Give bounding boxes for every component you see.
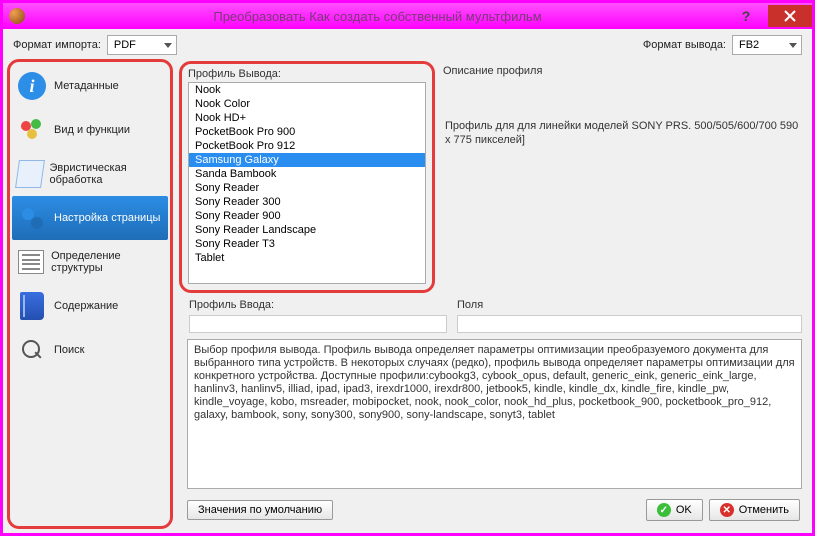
- cancel-button-label: Отменить: [739, 504, 789, 516]
- main-content: Профиль Вывода: NookNook ColorNook HD+Po…: [175, 59, 808, 529]
- import-format-value: PDF: [114, 39, 136, 51]
- import-format-select[interactable]: PDF: [107, 35, 177, 55]
- close-icon: [784, 10, 796, 22]
- output-format-label: Формат вывода:: [643, 39, 726, 51]
- profile-description-section: Описание профиля Профиль для для линейки…: [441, 61, 806, 293]
- window-title: Преобразовать Как создать собственный му…: [31, 9, 724, 24]
- profile-option[interactable]: Samsung Galaxy: [189, 153, 425, 167]
- profile-option[interactable]: Sony Reader 900: [189, 209, 425, 223]
- profile-option[interactable]: Tablet: [189, 251, 425, 265]
- sidebar-item-label: Содержание: [54, 300, 118, 312]
- sidebar-item-label: Вид и функции: [54, 124, 130, 136]
- titlebar: Преобразовать Как создать собственный му…: [3, 3, 812, 29]
- sidebar: i Метаданные Вид и функции Эвристическая об…: [7, 59, 173, 529]
- sidebar-item-label: Эвристическая обработка: [50, 162, 165, 186]
- ok-button[interactable]: ✓ OK: [646, 499, 703, 521]
- defaults-button[interactable]: Значения по умолчанию: [187, 500, 333, 520]
- output-profile-listbox[interactable]: NookNook ColorNook HD+PocketBook Pro 900…: [188, 82, 426, 284]
- sidebar-item-5[interactable]: Содержание: [12, 284, 168, 328]
- palette-icon: [16, 114, 48, 146]
- defaults-button-label: Значения по умолчанию: [198, 504, 322, 516]
- button-row: Значения по умолчанию ✓ OK ✕ Отменить: [179, 495, 806, 527]
- book-icon: [16, 290, 48, 322]
- profile-option[interactable]: Sony Reader Landscape: [189, 223, 425, 237]
- output-format-select[interactable]: FB2: [732, 35, 802, 55]
- profile-option[interactable]: Nook HD+: [189, 111, 425, 125]
- import-format-label: Формат импорта:: [13, 39, 101, 51]
- cancel-button[interactable]: ✕ Отменить: [709, 499, 800, 521]
- dialog-window: Преобразовать Как создать собственный му…: [3, 3, 812, 533]
- app-icon: [3, 8, 31, 24]
- profile-option[interactable]: PocketBook Pro 900: [189, 125, 425, 139]
- gear-icon: [16, 202, 48, 234]
- profile-option[interactable]: PocketBook Pro 912: [189, 139, 425, 153]
- sidebar-item-label: Настройка страницы: [54, 212, 160, 224]
- sidebar-item-2[interactable]: Эвристическая обработка: [12, 152, 168, 196]
- margins-field[interactable]: [457, 315, 802, 333]
- profile-description-label: Описание профиля: [443, 65, 804, 77]
- profile-option[interactable]: Sony Reader: [189, 181, 425, 195]
- profile-option[interactable]: Sony Reader 300: [189, 195, 425, 209]
- sidebar-item-1[interactable]: Вид и функции: [12, 108, 168, 152]
- search-icon: [16, 334, 48, 366]
- help-text-area: Выбор профиля вывода. Профиль вывода опр…: [187, 339, 802, 489]
- output-format-value: FB2: [739, 39, 759, 51]
- sidebar-item-6[interactable]: Поиск: [12, 328, 168, 372]
- check-icon: ✓: [657, 503, 671, 517]
- cancel-icon: ✕: [720, 503, 734, 517]
- ok-button-label: OK: [676, 504, 692, 516]
- profile-option[interactable]: Sanda Bambook: [189, 167, 425, 181]
- sidebar-item-label: Метаданные: [54, 80, 119, 92]
- close-button[interactable]: [768, 5, 812, 27]
- sidebar-item-4[interactable]: Определение структуры: [12, 240, 168, 284]
- input-profile-label: Профиль Ввода:: [189, 299, 447, 311]
- sidebar-item-3[interactable]: Настройка страницы: [12, 196, 168, 240]
- sidebar-item-label: Определение структуры: [51, 250, 164, 274]
- format-row: Формат импорта: PDF Формат вывода: FB2: [3, 29, 812, 59]
- output-profile-label: Профиль Вывода:: [188, 68, 426, 80]
- profile-option[interactable]: Nook Color: [189, 97, 425, 111]
- chevron-down-icon: [789, 43, 797, 48]
- input-profile-field[interactable]: [189, 315, 447, 333]
- profile-option[interactable]: Nook: [189, 83, 425, 97]
- lines-icon: [16, 246, 45, 278]
- output-profile-section: Профиль Вывода: NookNook ColorNook HD+Po…: [179, 61, 435, 293]
- profile-description-text: Профиль для для линейки моделей SONY PRS…: [443, 79, 804, 147]
- sidebar-item-0[interactable]: i Метаданные: [12, 64, 168, 108]
- help-button[interactable]: ?: [724, 5, 768, 27]
- doc-icon: [16, 158, 44, 190]
- profile-option[interactable]: Sony Reader T3: [189, 237, 425, 251]
- sidebar-item-label: Поиск: [54, 344, 84, 356]
- margins-label: Поля: [457, 299, 802, 311]
- info-icon: i: [16, 70, 48, 102]
- chevron-down-icon: [164, 43, 172, 48]
